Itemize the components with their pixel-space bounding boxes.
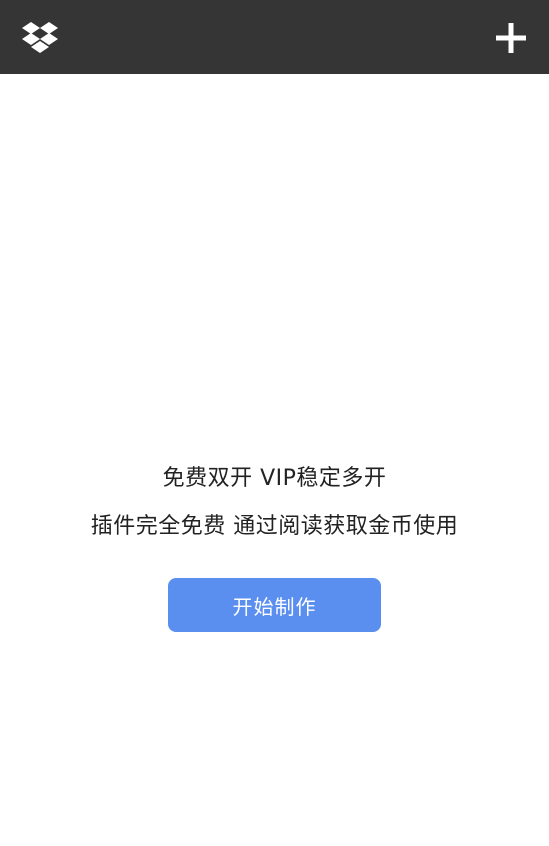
add-icon[interactable] (494, 21, 528, 55)
promo-text-line-1: 免费双开 VIP稳定多开 (162, 466, 387, 491)
main-content: 免费双开 VIP稳定多开 插件完全免费 通过阅读获取金币使用 开始制作 (0, 74, 549, 846)
promo-text-line-2: 插件完全免费 通过阅读获取金币使用 (90, 514, 459, 539)
dropbox-logo-icon[interactable] (22, 20, 58, 54)
top-bar (0, 0, 549, 74)
start-making-button[interactable]: 开始制作 (168, 578, 381, 632)
app-screen: 免费双开 VIP稳定多开 插件完全免费 通过阅读获取金币使用 开始制作 (0, 0, 549, 846)
